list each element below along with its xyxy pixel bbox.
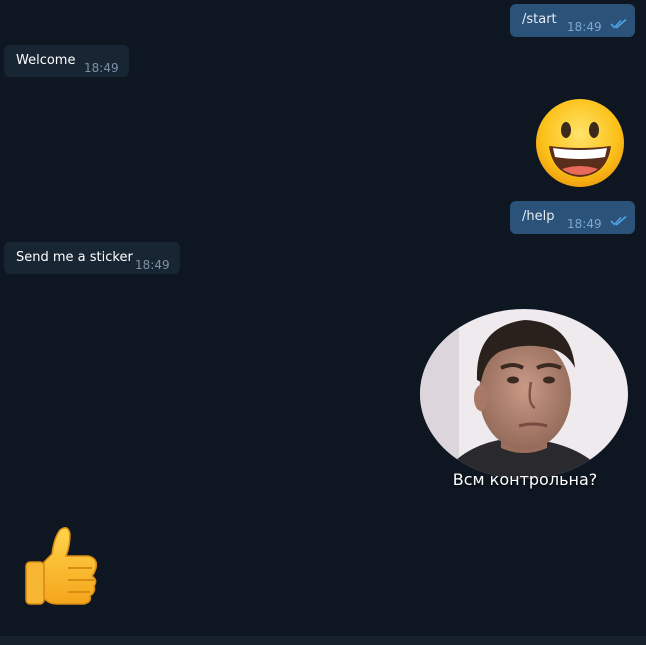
message-text: Welcome [16,53,76,68]
message-time: 18:49 [135,258,170,272]
thumbs-up-sticker[interactable] [22,524,102,606]
message-time: 18:49 [567,217,602,231]
message-text: /start [522,12,557,27]
read-ticks-icon [610,18,627,29]
message-time: 18:49 [567,20,602,34]
message-incoming-welcome[interactable]: Welcome 18:49 [4,45,129,77]
chat-history: /start 18:49 Welcome 18:49 /help 18:49 S… [0,0,646,645]
message-incoming-send-sticker[interactable]: Send me a sticker 18:49 [4,242,180,274]
message-outgoing-start[interactable]: /start 18:49 [510,4,635,37]
read-ticks-icon [610,215,627,226]
bottom-bar [0,636,646,645]
grinning-face-sticker[interactable] [534,97,626,189]
message-outgoing-help[interactable]: /help 18:49 [510,201,635,234]
video-caption: Всм контрольна? [452,470,598,489]
message-time: 18:49 [84,61,119,75]
message-text: Send me a sticker [16,250,133,265]
message-text: /help [522,209,555,224]
round-video-note[interactable] [419,308,629,480]
